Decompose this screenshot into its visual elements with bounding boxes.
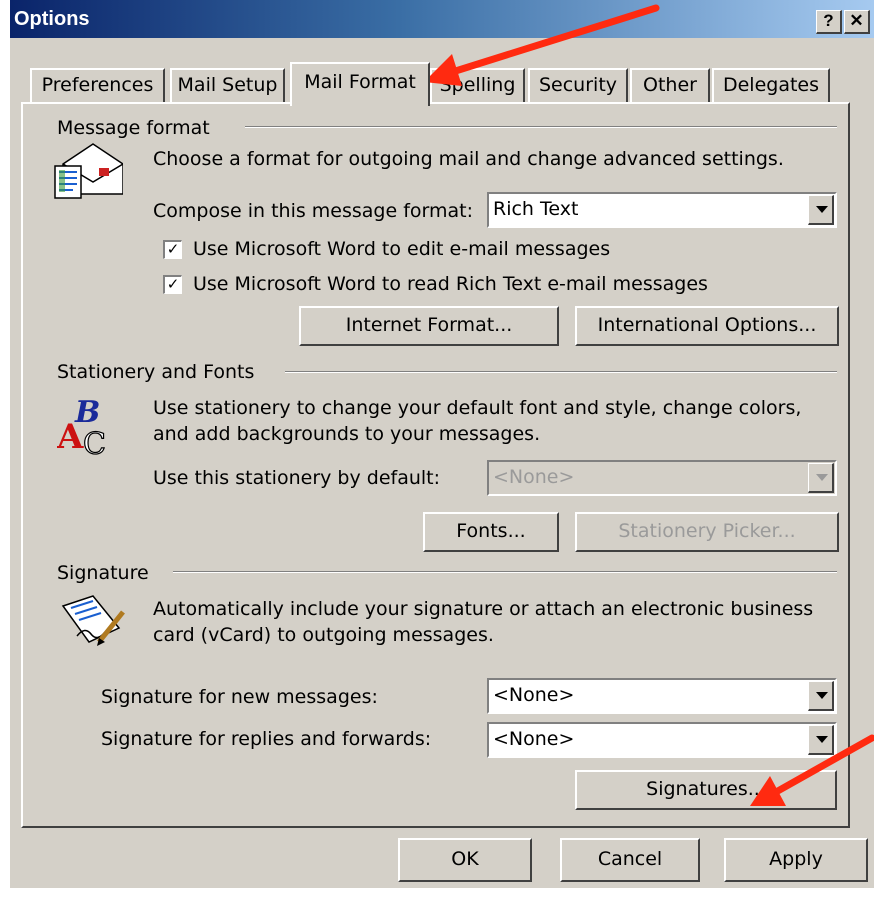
annotation-overlay	[424, 4, 874, 806]
arrow-to-mail-format-tab	[424, 4, 660, 86]
tab-mail-format[interactable]: Mail Format	[290, 62, 430, 106]
arrow-to-signatures-button	[750, 734, 874, 806]
